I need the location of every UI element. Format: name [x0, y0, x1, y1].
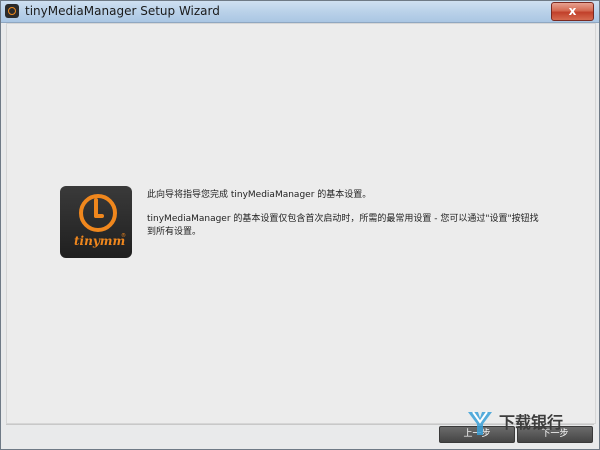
intro-line-1: 此向导将指导您完成 tinyMediaManager 的基本设置。: [147, 190, 372, 200]
setup-wizard-window: tinyMediaManager Setup Wizard x tinymm ®…: [0, 0, 600, 450]
watermark-text: 下载银行: [499, 413, 564, 432]
intro-line-2: tinyMediaManager 的基本设置仅包含首次启动时，所需的最常用设置 …: [147, 214, 539, 237]
tinymm-logo: tinymm ®: [60, 186, 132, 258]
logo-foot: [94, 214, 104, 218]
window-title: tinyMediaManager Setup Wizard: [25, 4, 220, 18]
watermark: 下载银行: [465, 406, 599, 446]
logo-registered-mark: ®: [121, 233, 126, 239]
app-icon: [5, 4, 19, 18]
logo-text: tinymm: [74, 234, 126, 248]
title-bar[interactable]: tinyMediaManager Setup Wizard x: [1, 1, 599, 23]
close-button[interactable]: x: [551, 2, 594, 21]
logo-circle-icon: [79, 194, 117, 232]
watermark-logo-icon: [468, 411, 492, 435]
